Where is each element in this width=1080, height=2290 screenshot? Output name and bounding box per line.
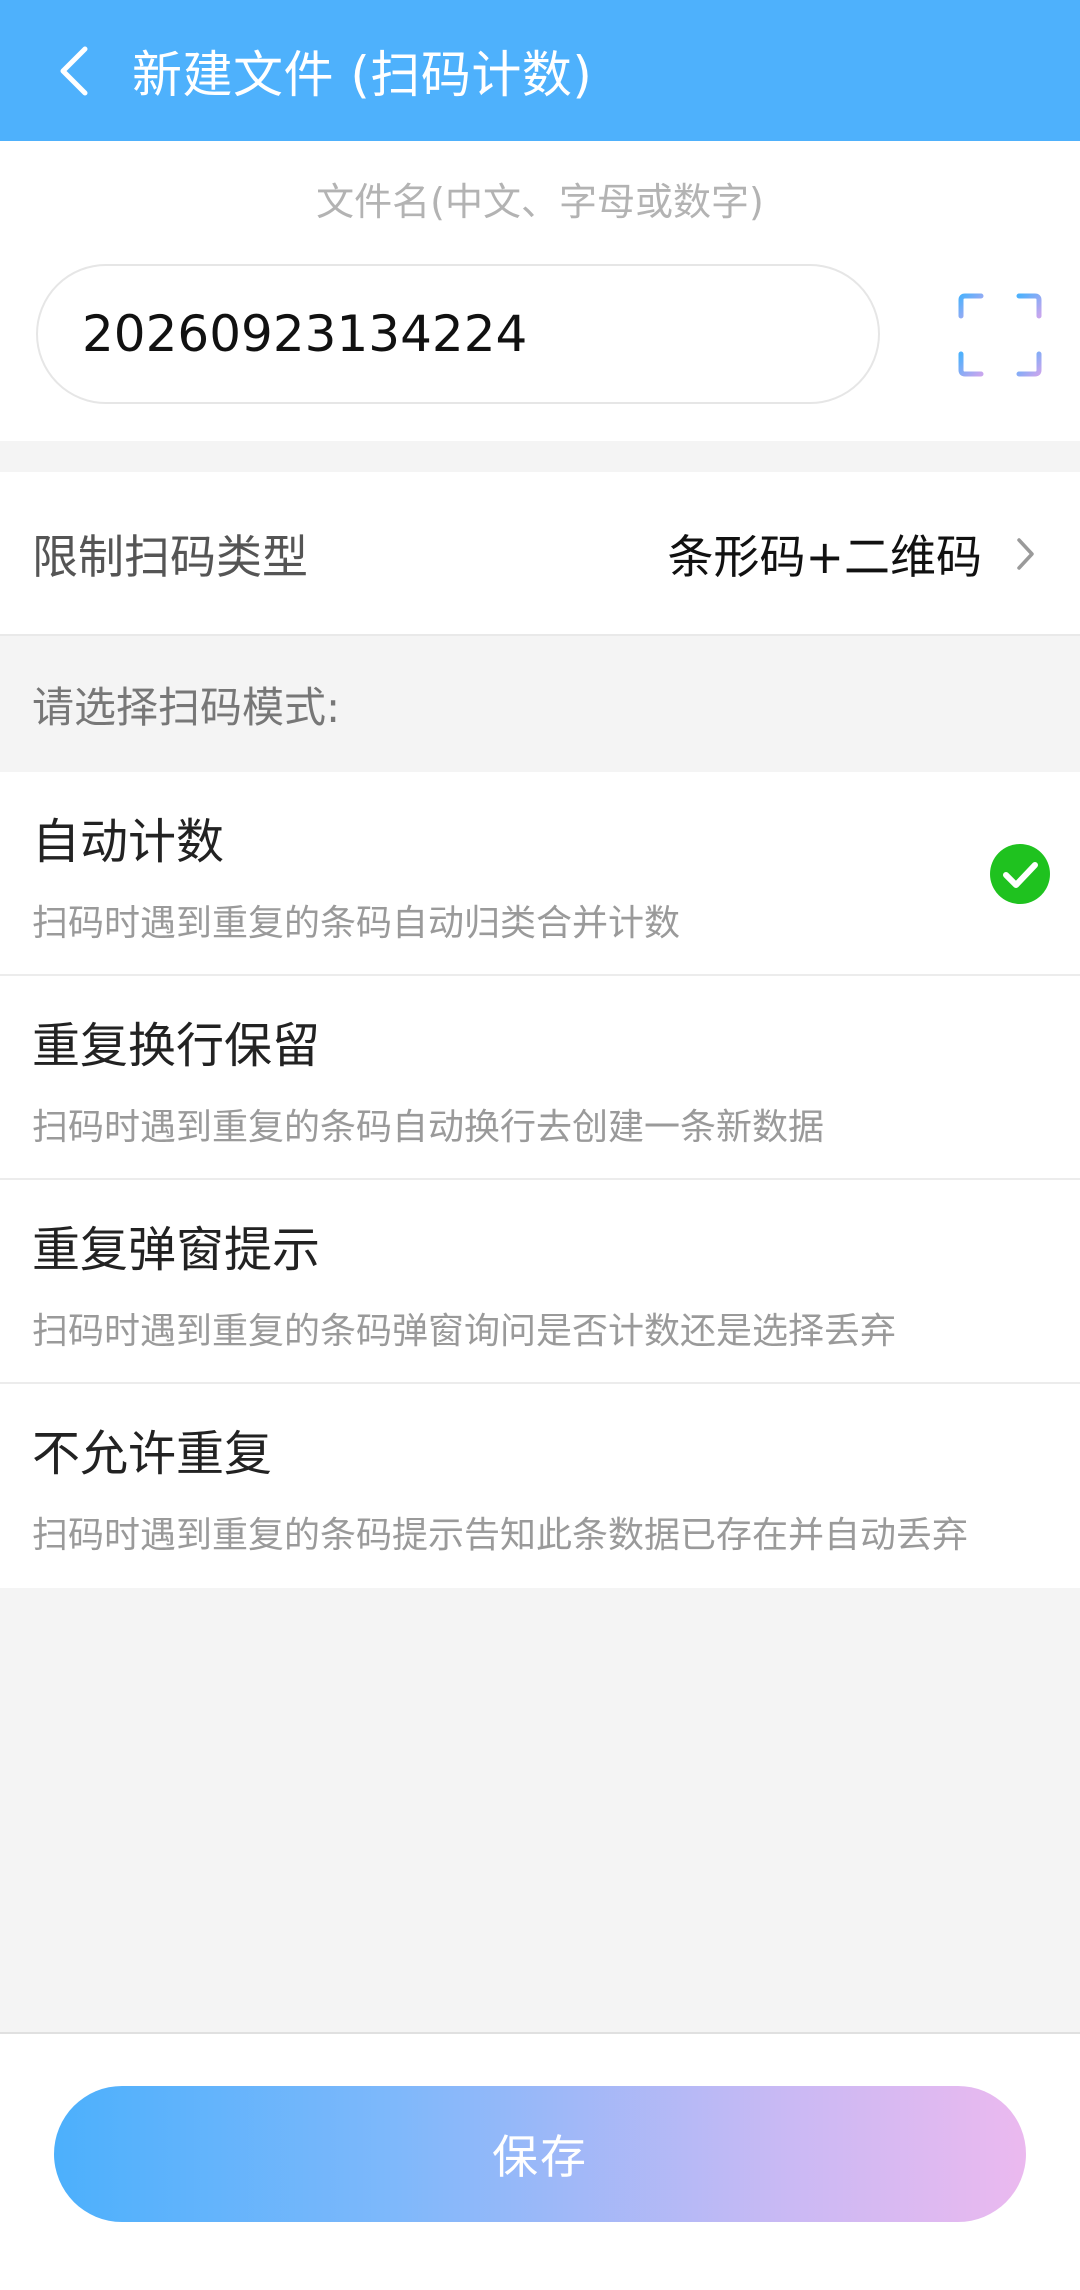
mode-option-popup-prompt[interactable]: 重复弹窗提示 扫码时遇到重复的条码弹窗询问是否计数还是选择丢弃	[0, 1180, 1080, 1384]
mode-option-desc: 扫码时遇到重复的条码自动归类合并计数	[32, 903, 681, 944]
chevron-left-icon	[60, 46, 88, 96]
mode-section-title: 请选择扫码模式:	[32, 682, 341, 732]
scan-type-label: 限制扫码类型	[32, 530, 308, 584]
chevron-right-icon	[1017, 538, 1034, 570]
mode-option-title: 重复弹窗提示	[32, 1222, 321, 1278]
app-header: 新建文件 (扫码计数)	[0, 0, 1080, 141]
new-file-page: 新建文件 (扫码计数) 文件名(中文、字母或数字) 限制扫码类型 条形码+二维码	[0, 0, 1080, 2290]
mode-section-header: 请选择扫码模式:	[0, 636, 1080, 772]
filename-section: 文件名(中文、字母或数字)	[0, 141, 1080, 441]
back-button[interactable]	[40, 36, 110, 106]
scan-frame-icon	[956, 293, 1044, 377]
mode-option-desc: 扫码时遇到重复的条码弹窗询问是否计数还是选择丢弃	[32, 1311, 897, 1352]
filename-input[interactable]	[36, 264, 880, 404]
mode-option-title: 自动计数	[32, 814, 225, 870]
footer-bar: 保存	[0, 2032, 1080, 2290]
mode-option-no-duplicate[interactable]: 不允许重复 扫码时遇到重复的条码提示告知此条数据已存在并自动丢弃	[0, 1384, 1080, 1588]
save-button[interactable]: 保存	[54, 2086, 1026, 2222]
mode-option-desc: 扫码时遇到重复的条码提示告知此条数据已存在并自动丢弃	[32, 1515, 969, 1556]
mode-option-title: 不允许重复	[32, 1426, 273, 1482]
scan-type-value: 条形码+二维码	[667, 530, 982, 584]
mode-option-desc: 扫码时遇到重复的条码自动换行去创建一条新数据	[32, 1107, 825, 1148]
filename-hint: 文件名(中文、字母或数字)	[316, 180, 764, 224]
mode-option-title: 重复换行保留	[32, 1018, 321, 1074]
mode-option-auto-count[interactable]: 自动计数 扫码时遇到重复的条码自动归类合并计数	[0, 772, 1080, 976]
mode-list: 自动计数 扫码时遇到重复的条码自动归类合并计数 重复换行保留 扫码时遇到重复的条…	[0, 772, 1080, 1588]
mode-option-newline-keep[interactable]: 重复换行保留 扫码时遇到重复的条码自动换行去创建一条新数据	[0, 976, 1080, 1180]
scan-button[interactable]	[955, 290, 1045, 380]
page-title: 新建文件 (扫码计数)	[132, 45, 593, 104]
check-circle-icon	[990, 844, 1050, 904]
scan-type-row[interactable]: 限制扫码类型 条形码+二维码	[0, 472, 1080, 636]
